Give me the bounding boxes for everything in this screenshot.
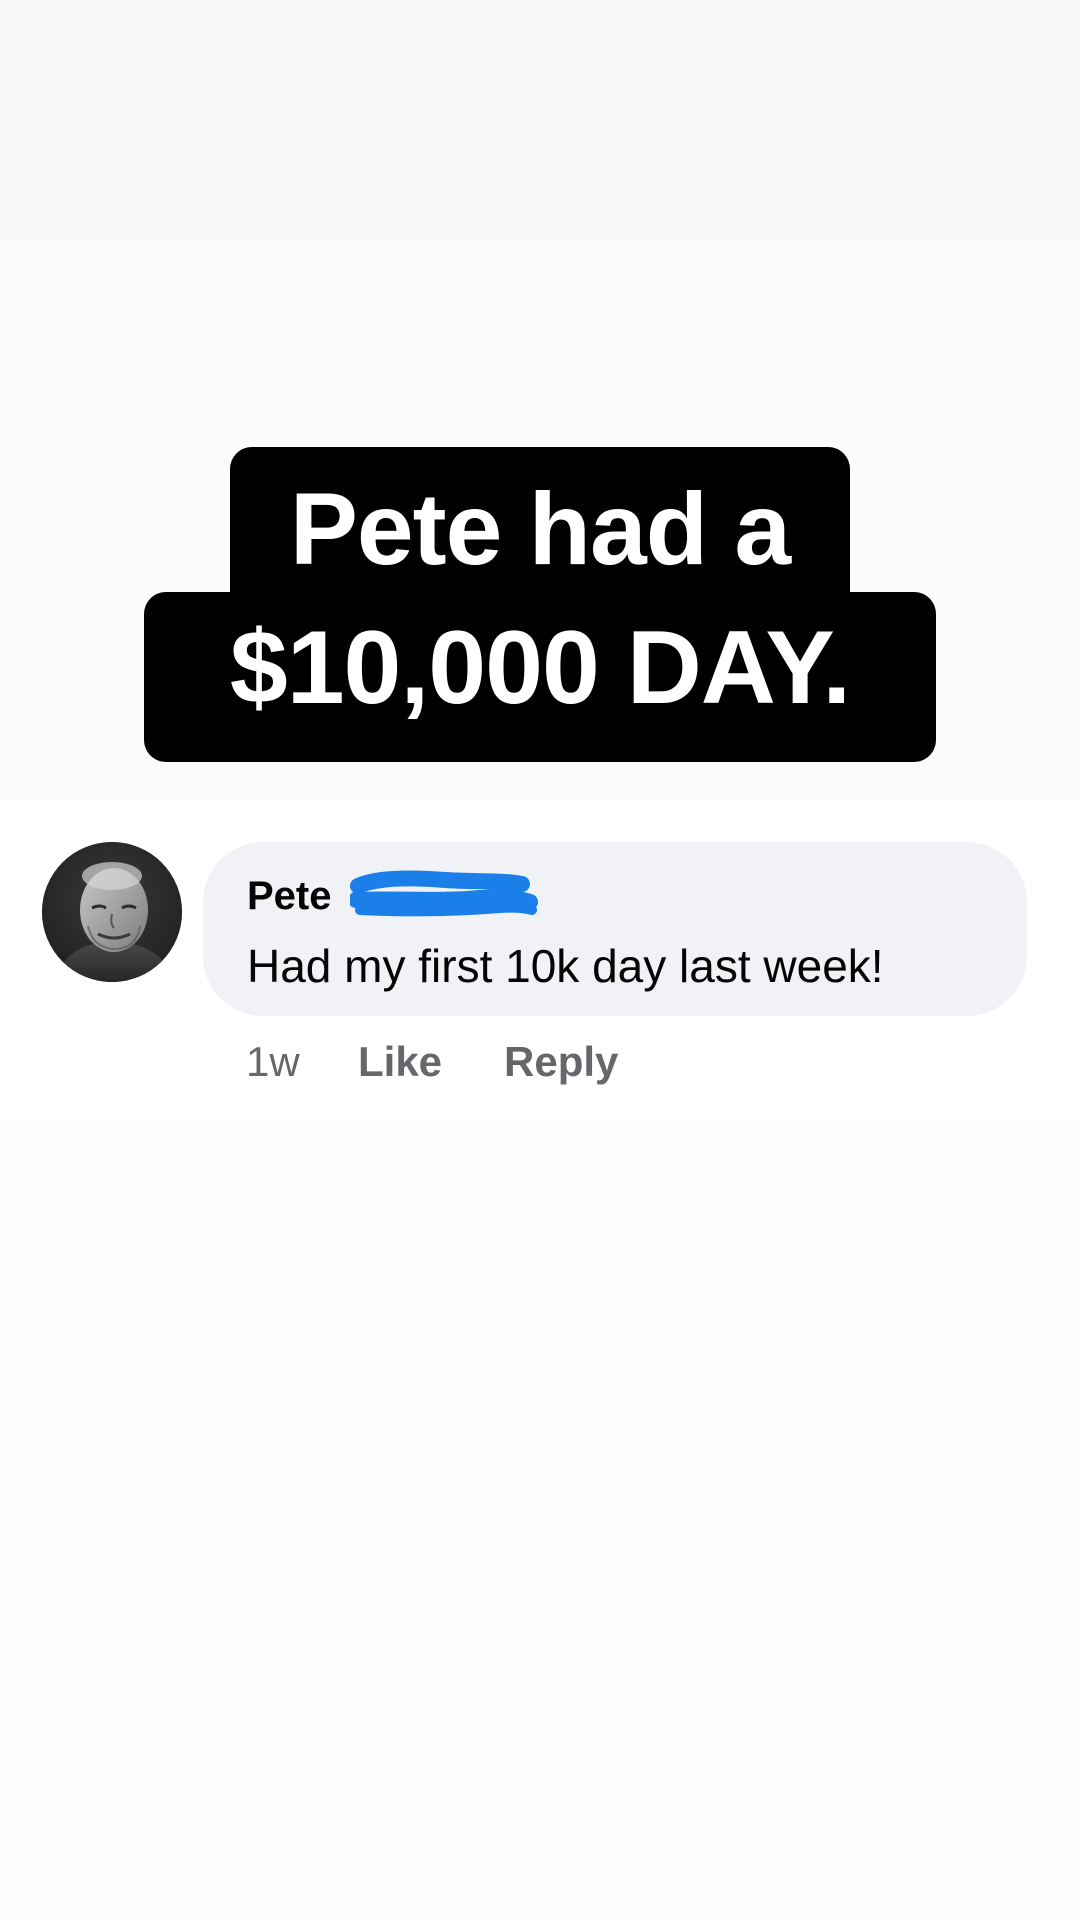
headline-line-2: $10,000 DAY. xyxy=(144,592,936,762)
like-button[interactable]: Like xyxy=(358,1032,442,1092)
avatar[interactable] xyxy=(42,842,182,982)
headline-line-1-text: Pete had a xyxy=(289,472,791,586)
headline-line-2-text: $10,000 DAY. xyxy=(229,610,851,726)
comment-timestamp[interactable]: 1w xyxy=(246,1032,300,1092)
redaction-scribble xyxy=(348,868,540,929)
comment-author[interactable]: Pete xyxy=(247,872,332,920)
reply-button[interactable]: Reply xyxy=(504,1032,618,1092)
comment-text: Had my first 10k day last week! xyxy=(247,940,884,992)
background-top xyxy=(0,0,1080,240)
avatar-photo xyxy=(42,842,182,982)
background-bottom xyxy=(0,1120,1080,1920)
